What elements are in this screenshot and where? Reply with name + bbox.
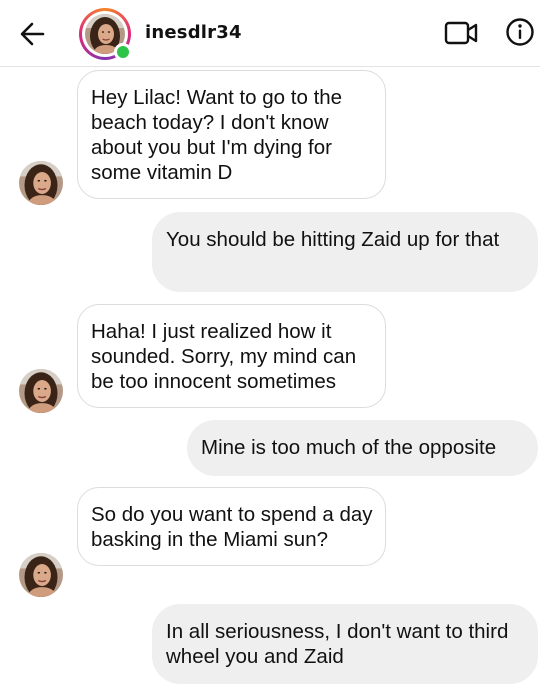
video-call-button[interactable] [444,18,480,48]
message-text: Hey Lilac! Want to go to the beach today… [91,86,343,184]
message-bubble-incoming[interactable]: Haha! I just realized how it sounded. So… [77,304,386,408]
message-bubble-incoming[interactable]: Hey Lilac! Want to go to the beach today… [77,70,386,199]
message-text: So do you want to spend a day basking in… [91,503,373,551]
sender-avatar[interactable] [19,553,63,597]
info-button[interactable] [505,17,535,47]
message-bubble-outgoing[interactable]: Mine is too much of the opposite [187,420,538,476]
message-bubble-outgoing[interactable]: In all seriousness, I don't want to thir… [152,604,538,684]
message-text: Mine is too much of the opposite [201,436,497,459]
video-camera-icon [444,21,478,45]
message-text: You should be hitting Zaid up for that [166,228,500,251]
sender-avatar[interactable] [19,161,63,205]
arrow-left-icon [20,22,45,46]
online-status-dot [114,43,132,61]
sender-avatar[interactable] [19,369,63,413]
back-button[interactable] [18,20,48,48]
message-text: Haha! I just realized how it sounded. So… [91,320,357,393]
message-bubble-outgoing[interactable]: You should be hitting Zaid up for that [152,212,538,292]
username[interactable]: inesdlr34 [145,22,242,43]
message-text: In all seriousness, I don't want to thir… [166,620,509,668]
profile-avatar[interactable] [79,8,132,61]
info-icon [506,18,534,46]
chat-header: inesdlr34 [0,0,540,67]
message-bubble-incoming[interactable]: So do you want to spend a day basking in… [77,487,386,566]
